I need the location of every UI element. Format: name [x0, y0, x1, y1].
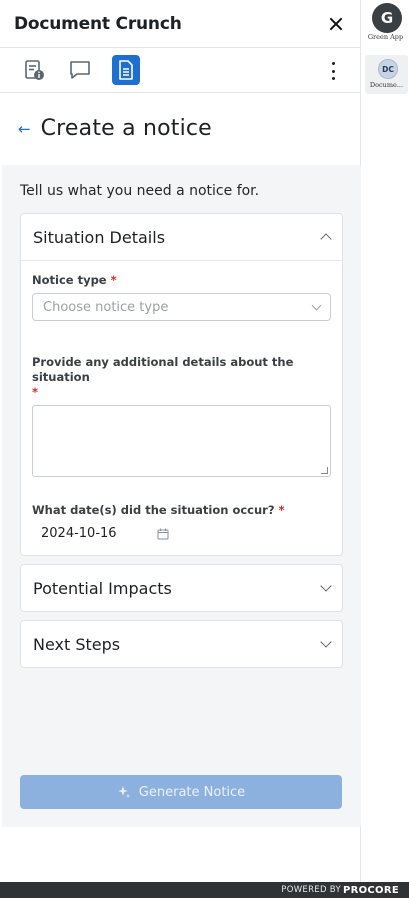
- back-arrow-icon[interactable]: ←: [18, 120, 31, 138]
- chat-button[interactable]: [66, 55, 94, 85]
- document-crunch-app[interactable]: DC Docume...: [365, 55, 408, 94]
- notice-type-placeholder: Choose notice type: [43, 299, 169, 315]
- chevron-down-icon: [320, 636, 332, 648]
- chat-bubble-icon: [70, 61, 90, 79]
- potential-impacts-header[interactable]: Potential Impacts: [21, 565, 342, 611]
- procore-logo: PROCORE: [342, 884, 399, 896]
- potential-impacts-section: Potential Impacts: [20, 564, 343, 612]
- details-label: Provide any additional details about the…: [32, 355, 294, 399]
- intro-text: Tell us what you need a notice for.: [20, 183, 260, 199]
- required-mark: *: [110, 273, 117, 287]
- notice-type-label: Notice type *: [32, 273, 117, 287]
- notice-type-select[interactable]: Choose notice type: [32, 293, 331, 321]
- situation-details-section: Situation Details Notice type * Choose n…: [20, 213, 343, 556]
- document-info-icon: [25, 60, 44, 80]
- next-steps-section: Next Steps: [20, 620, 343, 668]
- page-title-row: ← Create a notice: [0, 93, 360, 164]
- app-sidebar: G Green App DC Docume...: [362, 0, 409, 882]
- document-crunch-logo: DC: [378, 59, 398, 79]
- panel-title: Document Crunch: [14, 13, 182, 34]
- required-mark: *: [278, 503, 285, 517]
- page-title: Create a notice: [40, 116, 212, 141]
- close-icon[interactable]: [326, 14, 346, 34]
- date-label: What date(s) did the situation occur? *: [32, 503, 285, 517]
- notice-document-icon: [119, 60, 133, 80]
- notice-form: Tell us what you need a notice for. Situ…: [2, 165, 361, 827]
- document-crunch-app-label: Docume...: [369, 81, 404, 89]
- date-value: 2024-10-16: [41, 526, 117, 541]
- powered-by-text: POWERED BY: [281, 885, 341, 895]
- situation-details-body: Notice type * Choose notice type Provide…: [21, 260, 342, 555]
- chevron-up-icon: [320, 233, 332, 245]
- generate-notice-button[interactable]: Generate Notice: [20, 775, 342, 809]
- procore-footer: POWERED BY PROCORE: [0, 882, 409, 898]
- calendar-icon[interactable]: [157, 528, 169, 540]
- situation-details-header[interactable]: Situation Details: [21, 214, 342, 260]
- required-mark: *: [32, 385, 39, 399]
- panel-toolbar: [0, 48, 360, 93]
- sparkle-icon: [117, 786, 130, 798]
- kebab-menu-icon[interactable]: [330, 62, 336, 80]
- section-title: Potential Impacts: [33, 578, 172, 598]
- chevron-down-icon: [320, 580, 332, 592]
- section-title: Situation Details: [33, 227, 166, 247]
- resize-handle[interactable]: [321, 467, 328, 474]
- green-app-avatar[interactable]: G: [372, 3, 402, 33]
- section-title: Next Steps: [33, 634, 121, 654]
- next-steps-header[interactable]: Next Steps: [21, 621, 342, 667]
- green-app-label: Green App: [367, 33, 404, 41]
- panel-header: Document Crunch: [0, 0, 360, 48]
- chevron-down-icon: [311, 300, 322, 310]
- details-textarea[interactable]: [32, 405, 331, 477]
- document-info-button[interactable]: [20, 55, 48, 85]
- notice-button[interactable]: [112, 55, 140, 85]
- generate-notice-label: Generate Notice: [138, 784, 246, 800]
- date-input[interactable]: 2024-10-16: [32, 526, 331, 541]
